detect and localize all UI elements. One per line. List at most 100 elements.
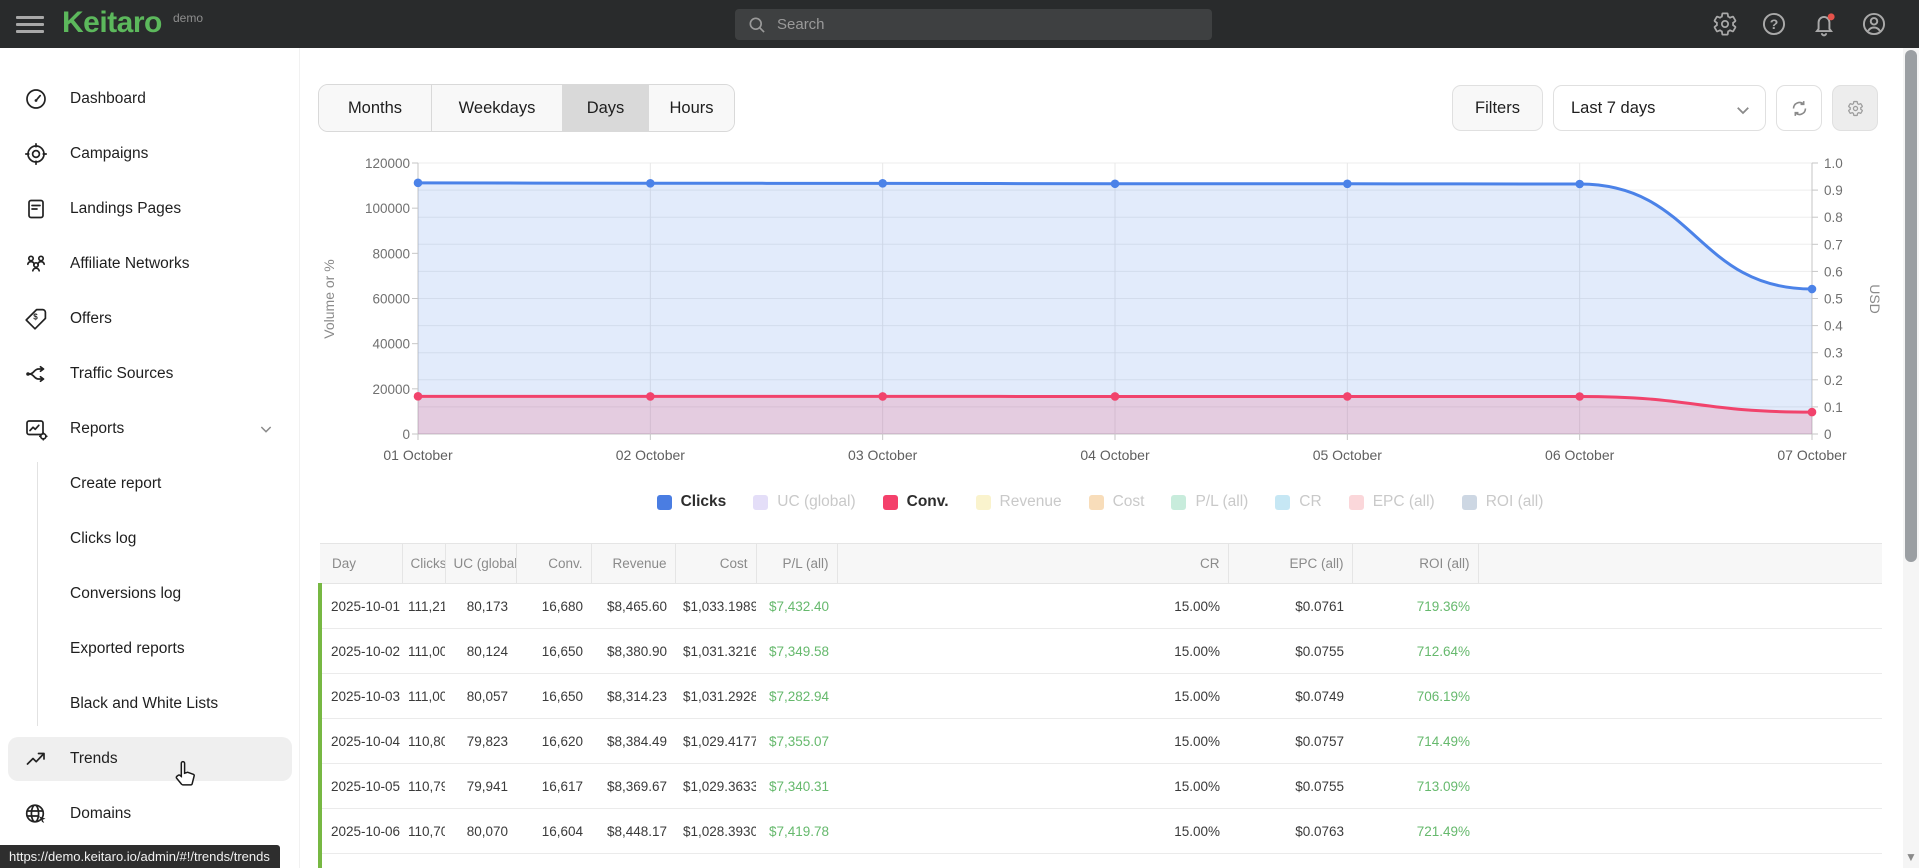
legend-item-conv[interactable]: Conv.: [882, 493, 949, 511]
column-header-conv[interactable]: Conv.: [516, 543, 592, 584]
data-point: [1343, 179, 1352, 189]
sidebar-item-label: Affiliate Networks: [70, 255, 190, 272]
sidebar-item-domains[interactable]: Domains: [8, 792, 292, 836]
menu-icon[interactable]: [16, 12, 44, 36]
tab-weekdays[interactable]: Weekdays: [432, 85, 563, 131]
campaigns-icon: [24, 142, 48, 166]
cell-cr: 15.00%: [837, 628, 1228, 674]
legend-label: Revenue: [999, 493, 1062, 510]
table-row: 2025-10-06110,70280,07016,604$8,448.17$1…: [318, 808, 1882, 854]
cell-clicks: 44,488: [402, 853, 445, 868]
legend-item-cost[interactable]: Cost: [1088, 493, 1144, 511]
tab-hours[interactable]: Hours: [649, 85, 734, 131]
sidebar-item-black-and-white-lists[interactable]: Black and White Lists: [8, 682, 292, 726]
cell-clicks: 111,216: [402, 583, 445, 629]
cell-day: 2025-10-04: [318, 718, 402, 764]
svg-text:USD: USD: [1867, 284, 1883, 314]
search-input[interactable]: [777, 16, 1157, 33]
sidebar-item-reports[interactable]: Reports: [8, 407, 292, 451]
sidebar-item-dashboard[interactable]: Dashboard: [8, 77, 292, 121]
scroll-down-arrow[interactable]: ▼: [1904, 850, 1918, 864]
svg-text:Volume or %: Volume or %: [321, 259, 337, 338]
column-header-cr[interactable]: CR: [837, 543, 1229, 584]
sidebar-item-create-report[interactable]: Create report: [8, 462, 292, 506]
cell-p-l-all: $7,349.58: [756, 628, 837, 674]
cell-cr: 15.00%: [837, 718, 1228, 764]
cell-day: 2025-10-07: [318, 853, 402, 868]
legend-item-revenue[interactable]: Revenue: [975, 493, 1062, 511]
svg-text:60000: 60000: [372, 292, 410, 307]
scrollbar-thumb[interactable]: [1905, 50, 1917, 562]
sidebar-item-traffic-sources[interactable]: Traffic Sources: [8, 352, 292, 396]
sidebar-item-label: Exported reports: [70, 640, 185, 657]
column-header-clicks[interactable]: Clicks: [402, 543, 446, 584]
cell-spacer: [1478, 808, 1882, 854]
legend-item-cr[interactable]: CR: [1275, 493, 1322, 511]
sidebar-item-campaigns[interactable]: Campaigns: [8, 132, 292, 176]
legend-swatch: [1348, 494, 1364, 510]
sidebar-item-affiliate-networks[interactable]: Affiliate Networks: [8, 242, 292, 286]
notification-badge: [1827, 13, 1835, 21]
cell-roi-all: 719.36%: [1352, 583, 1478, 629]
cell-cr: 15.00%: [837, 853, 1228, 868]
data-point: [1343, 392, 1352, 401]
trends-table-wrap: Day Clicks UC (global) Conv. Revenue Cost P/L …: [318, 543, 1882, 868]
help-icon[interactable]: ?: [1761, 11, 1787, 37]
svg-text:0.2: 0.2: [1824, 373, 1843, 388]
refresh-button[interactable]: [1776, 85, 1822, 131]
cell-day: 2025-10-01: [318, 583, 402, 629]
column-header-day[interactable]: Day: [320, 543, 403, 584]
column-header-cost[interactable]: Cost: [675, 543, 757, 584]
column-header-revenue[interactable]: Revenue: [591, 543, 676, 584]
tab-days[interactable]: Days: [563, 85, 649, 131]
cell-roi-all: 265.29%: [1352, 853, 1478, 868]
column-header-roi-all[interactable]: ROI (all): [1352, 543, 1479, 584]
legend-item-p-l-all[interactable]: P/L (all): [1171, 493, 1248, 511]
cell-spacer: [1478, 763, 1882, 809]
table-row: 2025-10-04110,80679,82316,620$8,384.49$1…: [318, 718, 1882, 764]
settings-icon[interactable]: [1712, 11, 1738, 37]
svg-text:$: $: [33, 313, 38, 322]
legend-item-uc-global[interactable]: UC (global): [753, 493, 856, 511]
cell-epc-all: $0.0755: [1228, 628, 1352, 674]
cell-clicks: 110,702: [402, 808, 445, 854]
column-header-p-l-all[interactable]: P/L (all): [756, 543, 838, 584]
sidebar-item-trends[interactable]: Trends: [8, 737, 292, 781]
svg-text:0: 0: [1824, 427, 1832, 442]
date-range-select[interactable]: Last 7 days: [1553, 85, 1766, 131]
sidebar-item-offers[interactable]: $ Offers: [8, 297, 292, 341]
cell-cost: $1,028.3930: [675, 808, 756, 854]
sidebar-item-landings-pages[interactable]: Landings Pages: [8, 187, 292, 231]
svg-text:02 October: 02 October: [616, 447, 686, 463]
cell-conv: 16,680: [516, 583, 591, 629]
sidebar-item-label: Black and White Lists: [70, 695, 219, 712]
svg-text:04 October: 04 October: [1080, 447, 1150, 463]
legend-item-epc-all[interactable]: EPC (all): [1348, 493, 1435, 511]
sidebar-item-clicks-log[interactable]: Clicks log: [8, 517, 292, 561]
sidebar-item-exported-reports[interactable]: Exported reports: [8, 627, 292, 671]
sidebar-item-conversions-log[interactable]: Conversions log: [8, 572, 292, 616]
column-header-epc-all[interactable]: EPC (all): [1228, 543, 1353, 584]
sidebar-item-label: Traffic Sources: [70, 365, 174, 382]
legend-label: Conv.: [906, 493, 949, 510]
legend-item-clicks[interactable]: Clicks: [656, 493, 726, 511]
chart-settings-button[interactable]: [1832, 85, 1878, 131]
svg-text:0.8: 0.8: [1824, 210, 1843, 225]
account-icon[interactable]: [1861, 11, 1887, 37]
tab-months[interactable]: Months: [319, 85, 432, 131]
filters-button[interactable]: Filters: [1452, 85, 1543, 131]
brand-logo[interactable]: Keitaro: [62, 6, 162, 40]
svg-text:0.9: 0.9: [1824, 183, 1843, 198]
legend-label: UC (global): [777, 493, 856, 510]
sidebar-item-label: Campaigns: [70, 145, 149, 162]
cell-conv: 16,617: [516, 763, 591, 809]
cell-conv: 16,650: [516, 628, 591, 674]
cell-uc-global: 79,823: [445, 718, 516, 764]
search-box[interactable]: [735, 9, 1212, 40]
legend-swatch: [1275, 494, 1291, 510]
column-header-uc-global[interactable]: UC (global): [445, 543, 517, 584]
svg-text:?: ?: [1770, 16, 1779, 32]
legend-item-roi-all[interactable]: ROI (all): [1461, 493, 1543, 511]
svg-text:0.3: 0.3: [1824, 346, 1843, 361]
notifications-icon[interactable]: [1811, 11, 1837, 37]
